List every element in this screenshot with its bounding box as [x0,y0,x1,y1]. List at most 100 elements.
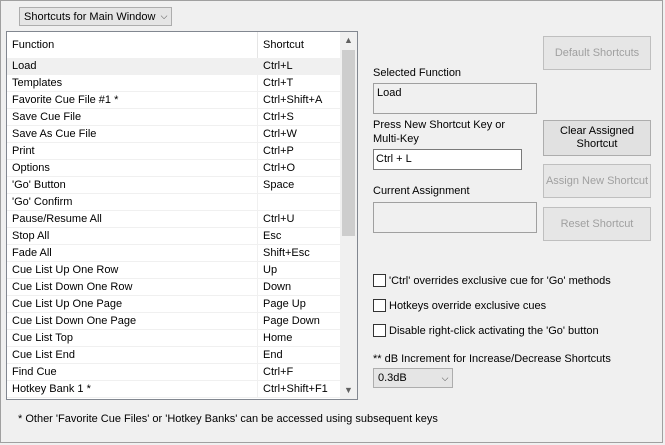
row-shortcut: Down [263,281,292,293]
selected-function-value: Load [377,87,402,99]
reset-shortcut-button[interactable]: Reset Shortcut [543,207,651,241]
table-row[interactable]: Cue List Up One Page Page Up [7,296,341,313]
row-shortcut: Ctrl+U [263,213,295,225]
row-shortcut: Ctrl+Shift+A [263,94,323,106]
row-shortcut: Up [263,264,278,276]
table-row[interactable]: Cue List Top Home [7,330,341,347]
table-row[interactable]: Cue List End End [7,347,341,364]
row-shortcut: Ctrl+S [263,111,294,123]
table-row[interactable]: Save As Cue File Ctrl+W [7,126,341,143]
row-shortcut: Space [263,179,295,191]
row-shortcut: Home [263,332,293,344]
row-function: Templates [12,77,63,89]
ctrl-overrides-label[interactable]: 'Ctrl' overrides exclusive cue for 'Go' … [389,275,611,287]
row-divider [257,75,258,91]
selected-function-field: Load [373,83,537,114]
shortcut-set-dropdown[interactable]: Shortcuts for Main Window ⌵ [19,7,172,26]
row-shortcut: Ctrl+F [263,366,294,378]
list-header: Function Shortcut [7,32,341,59]
row-function: Cue List Down One Page [12,315,137,327]
row-divider [257,245,258,261]
table-row[interactable]: 'Go' Button Space [7,177,341,194]
table-row[interactable]: Cue List Down One Page Page Down [7,313,341,330]
disable-right-click-label[interactable]: Disable right-click activating the 'Go' … [389,325,599,337]
table-row[interactable]: Options Ctrl+O [7,160,341,177]
row-divider [257,211,258,227]
shortcut-set-value: Shortcuts for Main Window [24,10,156,23]
row-divider [257,109,258,125]
scrollbar-thumb[interactable] [342,50,355,236]
row-divider [257,228,258,244]
clear-assigned-line2: Shortcut [576,138,618,150]
press-new-shortcut-label-line2: Multi-Key [373,133,419,145]
current-assignment-label: Current Assignment [373,185,470,197]
disable-right-click-checkbox[interactable] [373,324,386,337]
list-rows: Load Ctrl+L Templates Ctrl+T Favorite Cue … [7,58,341,398]
new-shortcut-input[interactable]: Ctrl + L [373,149,522,170]
column-divider[interactable] [257,32,258,58]
clear-assigned-label: Clear Assigned Shortcut [560,125,634,151]
table-row[interactable]: Print Ctrl+P [7,143,341,160]
scroll-up-arrow-icon[interactable]: ▲ [340,32,357,49]
db-increment-dropdown[interactable]: 0.3dB ⌵ [373,368,453,388]
row-shortcut: Ctrl+O [263,162,296,174]
row-function: Cue List Down One Row [12,281,133,293]
press-new-shortcut-label-line1: Press New Shortcut Key or [373,119,506,131]
clear-assigned-shortcut-button[interactable]: Clear Assigned Shortcut [543,120,651,156]
row-divider [257,347,258,363]
row-divider [257,364,258,380]
column-header-shortcut[interactable]: Shortcut [263,39,304,51]
row-function: Fade All [12,247,52,259]
row-shortcut: Esc [263,230,282,242]
row-function: Save As Cue File [12,128,97,140]
row-shortcut: Ctrl+T [263,77,294,89]
table-row[interactable]: Pause/Resume All Ctrl+U [7,211,341,228]
row-divider [257,194,258,210]
table-row[interactable]: Find Cue Ctrl+F [7,364,341,381]
table-row[interactable]: Fade All Shift+Esc [7,245,341,262]
row-shortcut: Page Down [263,315,320,327]
table-row[interactable]: Templates Ctrl+T [7,75,341,92]
row-function: Stop All [12,230,50,242]
row-function: Cue List Up One Page [12,298,123,310]
scroll-down-arrow-icon[interactable]: ▼ [340,382,357,399]
hotkeys-override-checkbox[interactable] [373,299,386,312]
list-scrollbar[interactable]: ▲ ▼ [340,32,357,399]
table-row[interactable]: Load Ctrl+L [7,58,341,75]
row-divider [257,143,258,159]
row-divider [257,126,258,142]
row-divider [257,313,258,329]
table-row[interactable]: Cue List Down One Row Down [7,279,341,296]
row-function: Pause/Resume All [12,213,102,225]
table-row[interactable]: Cue List Up One Row Up [7,262,341,279]
row-divider [257,92,258,108]
table-row[interactable]: Favorite Cue File #1 * Ctrl+Shift+A [7,92,341,109]
table-row[interactable]: Stop All Esc [7,228,341,245]
footnote-text: * Other 'Favorite Cue Files' or 'Hotkey … [18,413,438,425]
table-row[interactable]: 'Go' Confirm [7,194,341,211]
row-shortcut: Ctrl+L [263,60,293,72]
row-function: Favorite Cue File #1 * [12,94,119,106]
row-function: Hotkey Bank 1 * [12,383,91,395]
row-shortcut: Page Up [263,298,306,310]
row-function: Load [12,60,37,72]
ctrl-overrides-checkbox[interactable] [373,274,386,287]
assign-new-shortcut-button[interactable]: Assign New Shortcut [543,164,651,198]
default-shortcuts-button[interactable]: Default Shortcuts [543,36,651,70]
row-divider [257,330,258,346]
table-row[interactable]: Save Cue File Ctrl+S [7,109,341,126]
shortcut-list[interactable]: Function Shortcut Load Ctrl+L Templates Ct… [6,31,358,400]
row-shortcut: End [263,349,283,361]
row-function: Save Cue File [12,111,82,123]
db-increment-value: 0.3dB [378,372,407,384]
chevron-down-icon: ⌵ [160,11,168,21]
current-assignment-field [373,202,537,233]
row-function: Cue List Up One Row [12,264,119,276]
column-header-function[interactable]: Function [12,39,54,51]
hotkeys-override-label[interactable]: Hotkeys override exclusive cues [389,300,546,312]
clear-assigned-line1: Clear Assigned [560,125,634,137]
row-shortcut: Ctrl+W [263,128,297,140]
table-row[interactable]: Hotkey Bank 1 * Ctrl+Shift+F1 [7,381,341,398]
db-increment-label: ** dB Increment for Increase/Decrease Sh… [373,353,611,365]
row-divider [257,279,258,295]
